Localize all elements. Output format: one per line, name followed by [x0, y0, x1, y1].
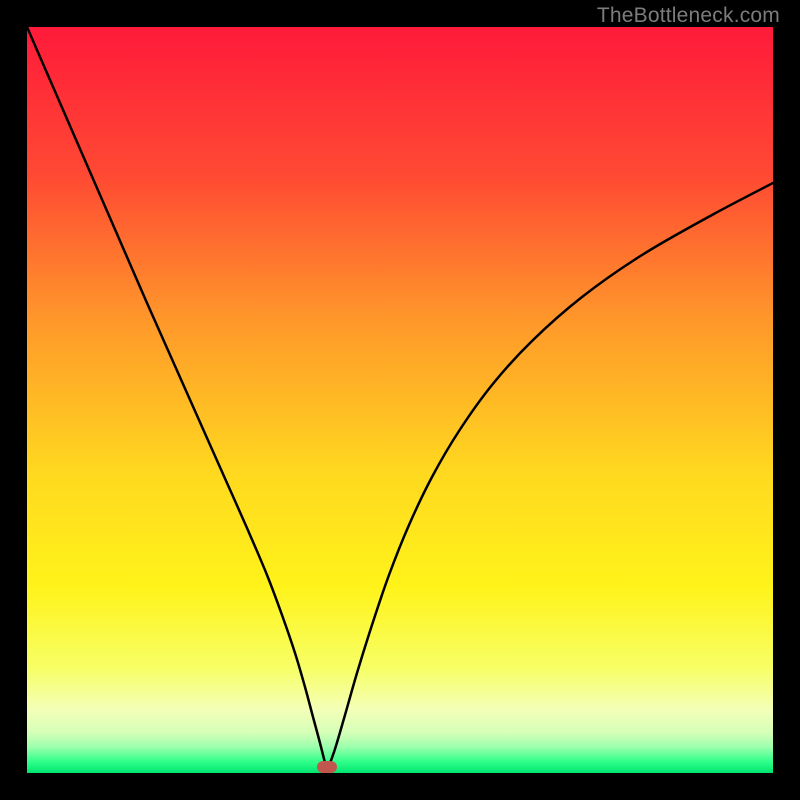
bottleneck-curve: [27, 27, 773, 773]
chart-frame: TheBottleneck.com: [0, 0, 800, 800]
plot-area: [27, 27, 773, 773]
watermark-text: TheBottleneck.com: [597, 4, 780, 28]
optimum-marker: [317, 761, 337, 773]
